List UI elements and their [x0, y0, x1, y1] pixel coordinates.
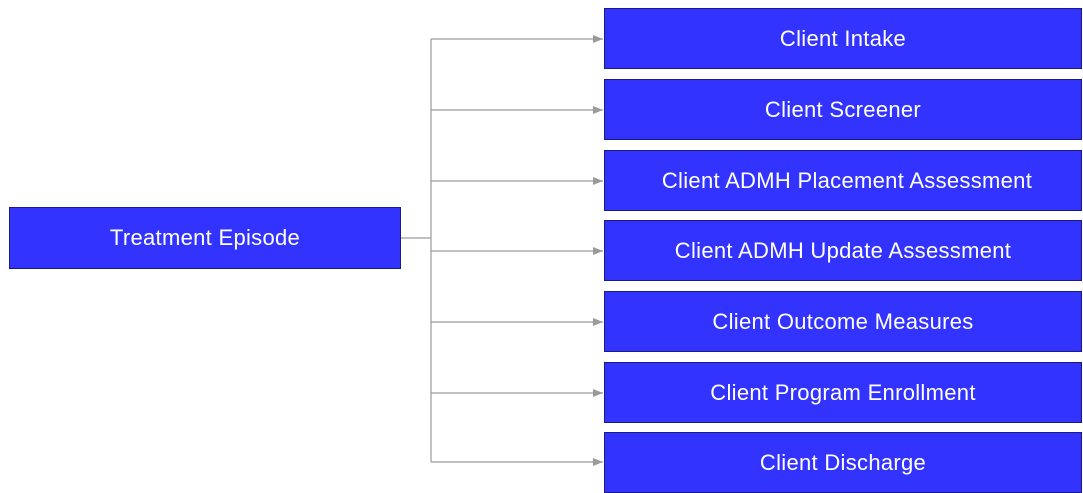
- child-node-client-screener[interactable]: Client Screener: [604, 79, 1082, 140]
- root-node-label: Treatment Episode: [109, 225, 301, 250]
- child-node-client-outcome-measures[interactable]: Client Outcome Measures: [604, 291, 1082, 352]
- child-node-label: Client Intake: [779, 25, 907, 51]
- child-node-label: Client Discharge: [759, 449, 927, 475]
- child-node-client-discharge[interactable]: Client Discharge: [604, 432, 1082, 493]
- child-node-label: Client Screener: [764, 96, 922, 122]
- child-node-client-intake[interactable]: Client Intake: [604, 8, 1082, 69]
- child-node-client-admh-update-assessment[interactable]: Client ADMH Update Assessment: [604, 220, 1082, 281]
- child-node-label: Client Program Enrollment: [710, 379, 976, 405]
- child-node-label: Client ADMH Update Assessment: [674, 237, 1012, 263]
- child-node-label: Client ADMH Placement Assessment: [661, 167, 1033, 193]
- root-node-treatment-episode[interactable]: Treatment Episode: [9, 207, 401, 269]
- child-node-client-admh-placement-assessment[interactable]: Client ADMH Placement Assessment: [604, 150, 1082, 211]
- child-node-client-program-enrollment[interactable]: Client Program Enrollment: [604, 362, 1082, 423]
- child-node-label: Client Outcome Measures: [712, 308, 974, 334]
